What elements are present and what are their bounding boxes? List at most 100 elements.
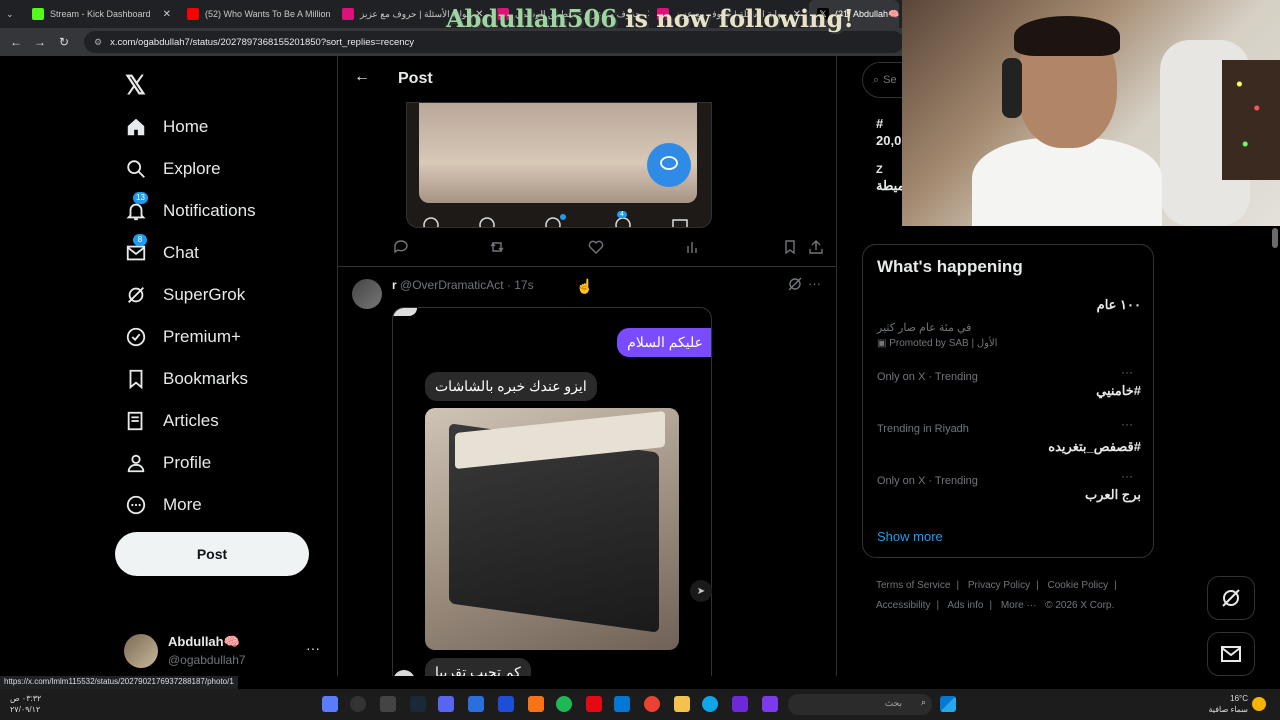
app-icon[interactable]: [498, 696, 514, 712]
footer-link-more[interactable]: More ···: [1001, 600, 1037, 611]
trend-meta: Only on X · Trending: [877, 475, 978, 487]
taskbar-search[interactable]: بحث ⌕: [788, 694, 932, 715]
nav-item-bookmarks[interactable]: Bookmarks: [125, 368, 248, 390]
steam-icon[interactable]: [410, 696, 426, 712]
more-options-icon[interactable]: ···: [1121, 417, 1133, 431]
trend-description: في مئة عام صار كثير: [877, 322, 972, 334]
chrome-icon[interactable]: [644, 696, 660, 712]
shirt: [972, 138, 1162, 226]
repost-icon[interactable]: [489, 240, 505, 257]
nav-item-more[interactable]: More: [125, 494, 202, 516]
app-icon[interactable]: [762, 696, 778, 712]
show-more-link[interactable]: Show more: [877, 529, 943, 544]
folder-icon[interactable]: [674, 696, 690, 712]
nav-item-premium[interactable]: Premium+: [125, 326, 241, 348]
close-icon[interactable]: ✕: [157, 9, 171, 20]
reply-author-handle[interactable]: @OverDramaticAct: [400, 278, 504, 292]
account-more-icon[interactable]: ···: [306, 640, 320, 656]
weather-desc: سماء صافية: [1208, 705, 1248, 714]
reply-post[interactable]: r @OverDramaticAct · 17s ··· عليكم السلا…: [338, 266, 836, 676]
tab-youtube[interactable]: (52) Who Wants To Be A Million ✕: [179, 0, 334, 28]
trend-headline: ١٠٠ عام: [1096, 297, 1141, 312]
weather-widget[interactable]: 16°C سماء صافية: [1208, 693, 1248, 715]
avatar[interactable]: [352, 279, 382, 309]
reply-meta: r @OverDramaticAct · 17s: [392, 278, 534, 292]
post-button[interactable]: Post: [115, 532, 309, 576]
footer-link-accessibility[interactable]: Accessibility: [876, 600, 930, 611]
send-icon[interactable]: ➤: [690, 580, 712, 602]
nav-item-notifications[interactable]: 13 Notifications: [125, 192, 256, 222]
account-switcher[interactable]: Abdullah🧠 @ogabdullah7 ···: [124, 632, 324, 672]
share-icon[interactable]: [809, 240, 823, 257]
headset: [1002, 58, 1022, 118]
tab-title: Stream - Kick Dashboard: [50, 9, 151, 19]
obs-icon[interactable]: [350, 696, 366, 712]
search-icon: ⌕: [873, 73, 880, 86]
edge-icon[interactable]: [702, 696, 718, 712]
more-options-icon[interactable]: ···: [808, 276, 821, 291]
more-options-icon[interactable]: ···: [1121, 469, 1133, 483]
nav-label: Home: [163, 117, 209, 136]
windows-start-icon[interactable]: [940, 696, 956, 712]
footer-separator: |: [1036, 580, 1039, 591]
mail-icon: 8: [125, 234, 147, 264]
reply-timestamp[interactable]: · 17s: [507, 278, 534, 292]
footer-link-privacy[interactable]: Privacy Policy: [968, 580, 1030, 591]
site-info-icon[interactable]: ⚙: [94, 37, 102, 48]
bookmark-icon[interactable]: [783, 240, 797, 257]
footer-link-terms[interactable]: Terms of Service: [876, 580, 950, 591]
reload-icon[interactable]: ↻: [52, 35, 76, 49]
like-icon[interactable]: [588, 240, 604, 257]
post-media-image[interactable]: 4: [406, 102, 712, 228]
discord-icon[interactable]: [438, 696, 454, 712]
reply-media-screenshot[interactable]: عليكم السلام ايزو عندك خبره بالشاشات كم …: [392, 307, 712, 676]
back-arrow-icon[interactable]: ←: [354, 68, 370, 86]
nav-item-articles[interactable]: Articles: [125, 410, 219, 432]
views-icon[interactable]: [684, 240, 700, 257]
footer-link-cookie[interactable]: Cookie Policy: [1048, 580, 1109, 591]
netflix-icon[interactable]: [586, 696, 602, 712]
forward-icon[interactable]: →: [28, 35, 52, 49]
search-icon: ⌕: [920, 697, 926, 707]
clock[interactable]: ٠٣:٣٢ ص ٢٧/٠٩/١٢: [10, 693, 41, 715]
trend-item[interactable]: Only on X · Trending برج العرب ···: [877, 469, 1141, 503]
hair: [1014, 16, 1120, 56]
reply-author-name[interactable]: r: [392, 278, 397, 292]
teams-icon[interactable]: [732, 696, 748, 712]
trend-headline: #قصفص_بتغريده: [1048, 439, 1141, 454]
nav-item-explore[interactable]: Explore: [125, 158, 221, 180]
person-icon: [125, 452, 147, 474]
messages-floating-button[interactable]: [1207, 632, 1255, 676]
app-icon[interactable]: [528, 696, 544, 712]
reply-icon[interactable]: [393, 240, 409, 257]
grok-icon[interactable]: [788, 277, 802, 294]
x-logo-icon[interactable]: 𝕏: [125, 70, 146, 101]
page-scrollbar[interactable]: [1272, 228, 1278, 248]
back-icon[interactable]: ←: [4, 35, 28, 49]
app-icon[interactable]: [380, 696, 396, 712]
trend-item[interactable]: Only on X · Trending #خامنيي ···: [877, 365, 1141, 399]
footer-link-ads[interactable]: Ads info: [947, 600, 983, 611]
notification-badge: 13: [133, 192, 148, 204]
store-icon[interactable]: [614, 696, 630, 712]
more-options-icon[interactable]: ···: [1121, 365, 1133, 379]
trend-item[interactable]: ١٠٠ عام في مئة عام صار كثير ▣ Promoted b…: [877, 297, 1141, 349]
footer-copyright: © 2026 X Corp.: [1045, 600, 1115, 611]
grok-floating-button[interactable]: [1207, 576, 1255, 620]
tab-menu-button[interactable]: ⌄: [0, 0, 24, 28]
trend-item[interactable]: Trending in Riyadh #قصفص_بتغريده ···: [877, 417, 1141, 455]
page-title: Post: [398, 70, 433, 87]
grok-icon: [1222, 589, 1240, 607]
spotify-icon[interactable]: [556, 696, 572, 712]
nav-item-home[interactable]: Home: [125, 116, 208, 138]
nav-item-profile[interactable]: Profile: [125, 452, 211, 474]
app-icon[interactable]: [468, 696, 484, 712]
nav-item-chat[interactable]: 8 Chat: [125, 234, 199, 264]
search-placeholder: Se: [883, 74, 897, 86]
url-field[interactable]: ⚙ x.com/ogabdullah7/status/2027897368155…: [84, 31, 904, 53]
account-name: Abdullah🧠: [168, 634, 240, 649]
nav-item-supergrok[interactable]: SuperGrok: [125, 284, 245, 306]
tab-kick[interactable]: Stream - Kick Dashboard ✕: [24, 0, 179, 28]
chat-message-outgoing: عليكم السلام: [617, 328, 711, 357]
app-icon[interactable]: [322, 696, 338, 712]
